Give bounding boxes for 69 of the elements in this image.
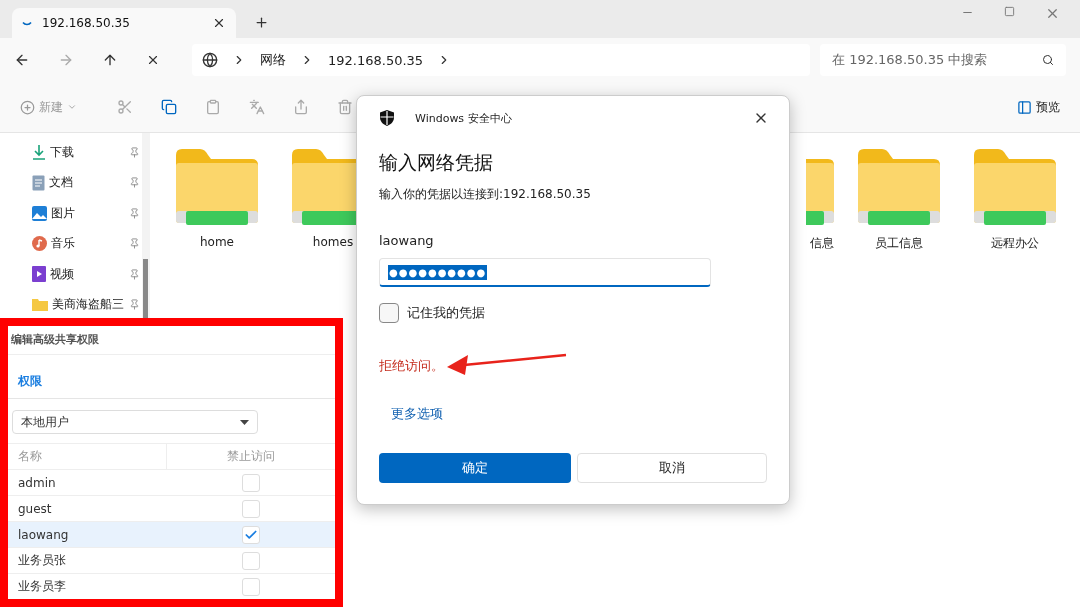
cancel-button[interactable]: 取消: [577, 453, 767, 483]
dropdown-caret-icon: [240, 419, 249, 425]
user-row[interactable]: 业务员李: [8, 573, 335, 599]
video-icon: [32, 266, 46, 283]
dialog-title: 输入网络凭据: [379, 150, 494, 175]
copy-icon[interactable]: [161, 99, 177, 115]
document-icon: [32, 174, 45, 191]
dialog-subtitle: 输入你的凭据以连接到:192.168.50.35: [379, 186, 592, 203]
address-bar[interactable]: 网络 192.168.50.35: [192, 44, 810, 76]
more-options-link[interactable]: 更多选项: [391, 405, 443, 423]
folder-item[interactable]: 远程办公: [974, 149, 1056, 252]
breadcrumb-item[interactable]: 网络: [260, 51, 286, 69]
deny-checkbox[interactable]: [241, 473, 260, 492]
globe-icon: [202, 52, 218, 68]
breadcrumb-item[interactable]: 192.168.50.35: [328, 52, 424, 68]
plus-circle-icon: [20, 99, 35, 115]
pin-icon: [129, 238, 140, 250]
forward-icon[interactable]: [58, 52, 74, 68]
folder-icon: [32, 298, 48, 312]
permissions-tab[interactable]: 权限: [18, 373, 42, 391]
music-icon: [32, 236, 47, 252]
cut-icon[interactable]: [117, 99, 133, 115]
user-row[interactable]: laowang: [8, 521, 335, 548]
password-field[interactable]: ●●●●●●●●●●: [379, 258, 711, 287]
panel-title: 编辑高级共享权限: [8, 326, 335, 356]
pin-icon: [129, 146, 140, 158]
remember-checkbox[interactable]: 记住我的凭据: [379, 303, 769, 323]
sidebar-item[interactable]: 美商海盗船三: [0, 292, 142, 317]
deny-checkbox[interactable]: [241, 551, 260, 570]
back-icon[interactable]: [14, 52, 30, 68]
deny-checkbox[interactable]: [241, 577, 260, 596]
tab-title: 192.168.50.35: [42, 16, 131, 30]
ok-button[interactable]: 确定: [379, 453, 571, 483]
sidebar-item[interactable]: 下载: [0, 140, 142, 164]
preview-button[interactable]: 预览: [1017, 98, 1060, 116]
rename-icon[interactable]: [249, 99, 265, 115]
error-message: 拒绝访问。: [379, 357, 444, 375]
deny-checkbox[interactable]: [241, 525, 260, 544]
image-icon: [32, 205, 47, 221]
chevron-down-icon: [67, 102, 77, 112]
delete-icon[interactable]: [337, 99, 353, 115]
pin-icon: [129, 207, 140, 219]
deny-checkbox[interactable]: [241, 499, 260, 518]
paste-icon[interactable]: [205, 99, 221, 115]
loading-icon: [22, 20, 32, 26]
column-header: 名称: [17, 448, 43, 466]
share-icon[interactable]: [293, 99, 309, 115]
new-tab-icon[interactable]: [254, 15, 269, 30]
sidebar-item[interactable]: 图片: [0, 201, 142, 226]
sidebar-item[interactable]: 音乐: [0, 231, 142, 256]
folder-item[interactable]: 员工信息: [858, 149, 940, 252]
panel-icon: [1017, 99, 1032, 115]
shield-icon: [379, 110, 395, 126]
dialog-app-name: Windows 安全中心: [415, 110, 513, 126]
pin-icon: [129, 268, 140, 280]
pin-icon: [129, 299, 140, 311]
up-icon[interactable]: [102, 52, 118, 68]
search-icon: [1042, 54, 1054, 66]
folder-item[interactable]: home: [176, 149, 258, 249]
sidebar-item[interactable]: 视频: [0, 262, 142, 287]
close-tab-icon[interactable]: [212, 16, 226, 30]
pin-icon: [129, 177, 140, 189]
user-dropdown[interactable]: 本地用户: [12, 410, 258, 435]
search-field[interactable]: 在 192.168.50.35 中搜索: [820, 44, 1066, 76]
browser-tab[interactable]: 192.168.50.35: [12, 8, 236, 38]
stop-icon[interactable]: [146, 53, 160, 67]
sidebar-item[interactable]: 文档: [0, 170, 142, 195]
download-icon: [32, 144, 46, 160]
username-label: laowang: [379, 233, 435, 248]
